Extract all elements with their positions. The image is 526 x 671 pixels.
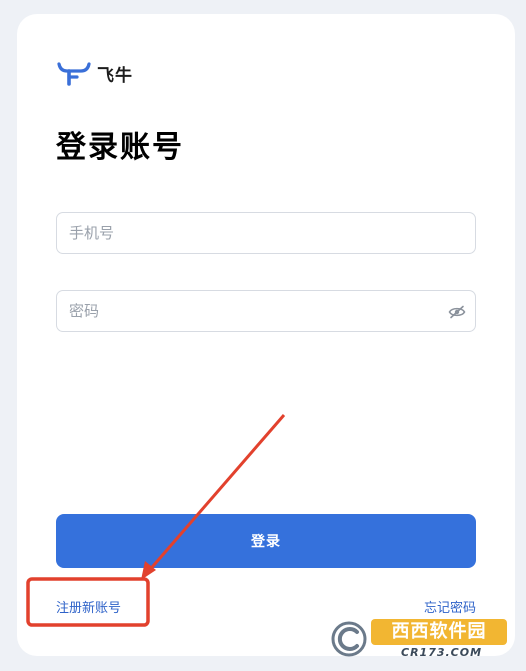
password-input[interactable] [57,291,475,331]
bull-horns-icon [57,62,91,86]
eye-slash-icon[interactable] [447,302,467,322]
watermark-url: CR173.COM [401,646,483,659]
phone-input[interactable] [57,213,475,253]
page-title: 登录账号 [56,130,184,165]
watermark-title: 西西软件园 [371,619,507,645]
forgot-password-link[interactable]: 忘记密码 [424,597,476,616]
watermark: 西西软件园 CR173.COM [331,616,509,662]
watermark-logo-icon [331,621,367,657]
login-card: 飞牛 登录账号 登录 注册新账号 忘记密码 [17,14,515,656]
login-button[interactable]: 登录 [56,514,476,568]
brand: 飞牛 [57,60,133,86]
brand-name: 飞牛 [97,65,133,86]
phone-field [56,212,476,254]
register-link[interactable]: 注册新账号 [56,597,121,616]
password-field [56,290,476,332]
